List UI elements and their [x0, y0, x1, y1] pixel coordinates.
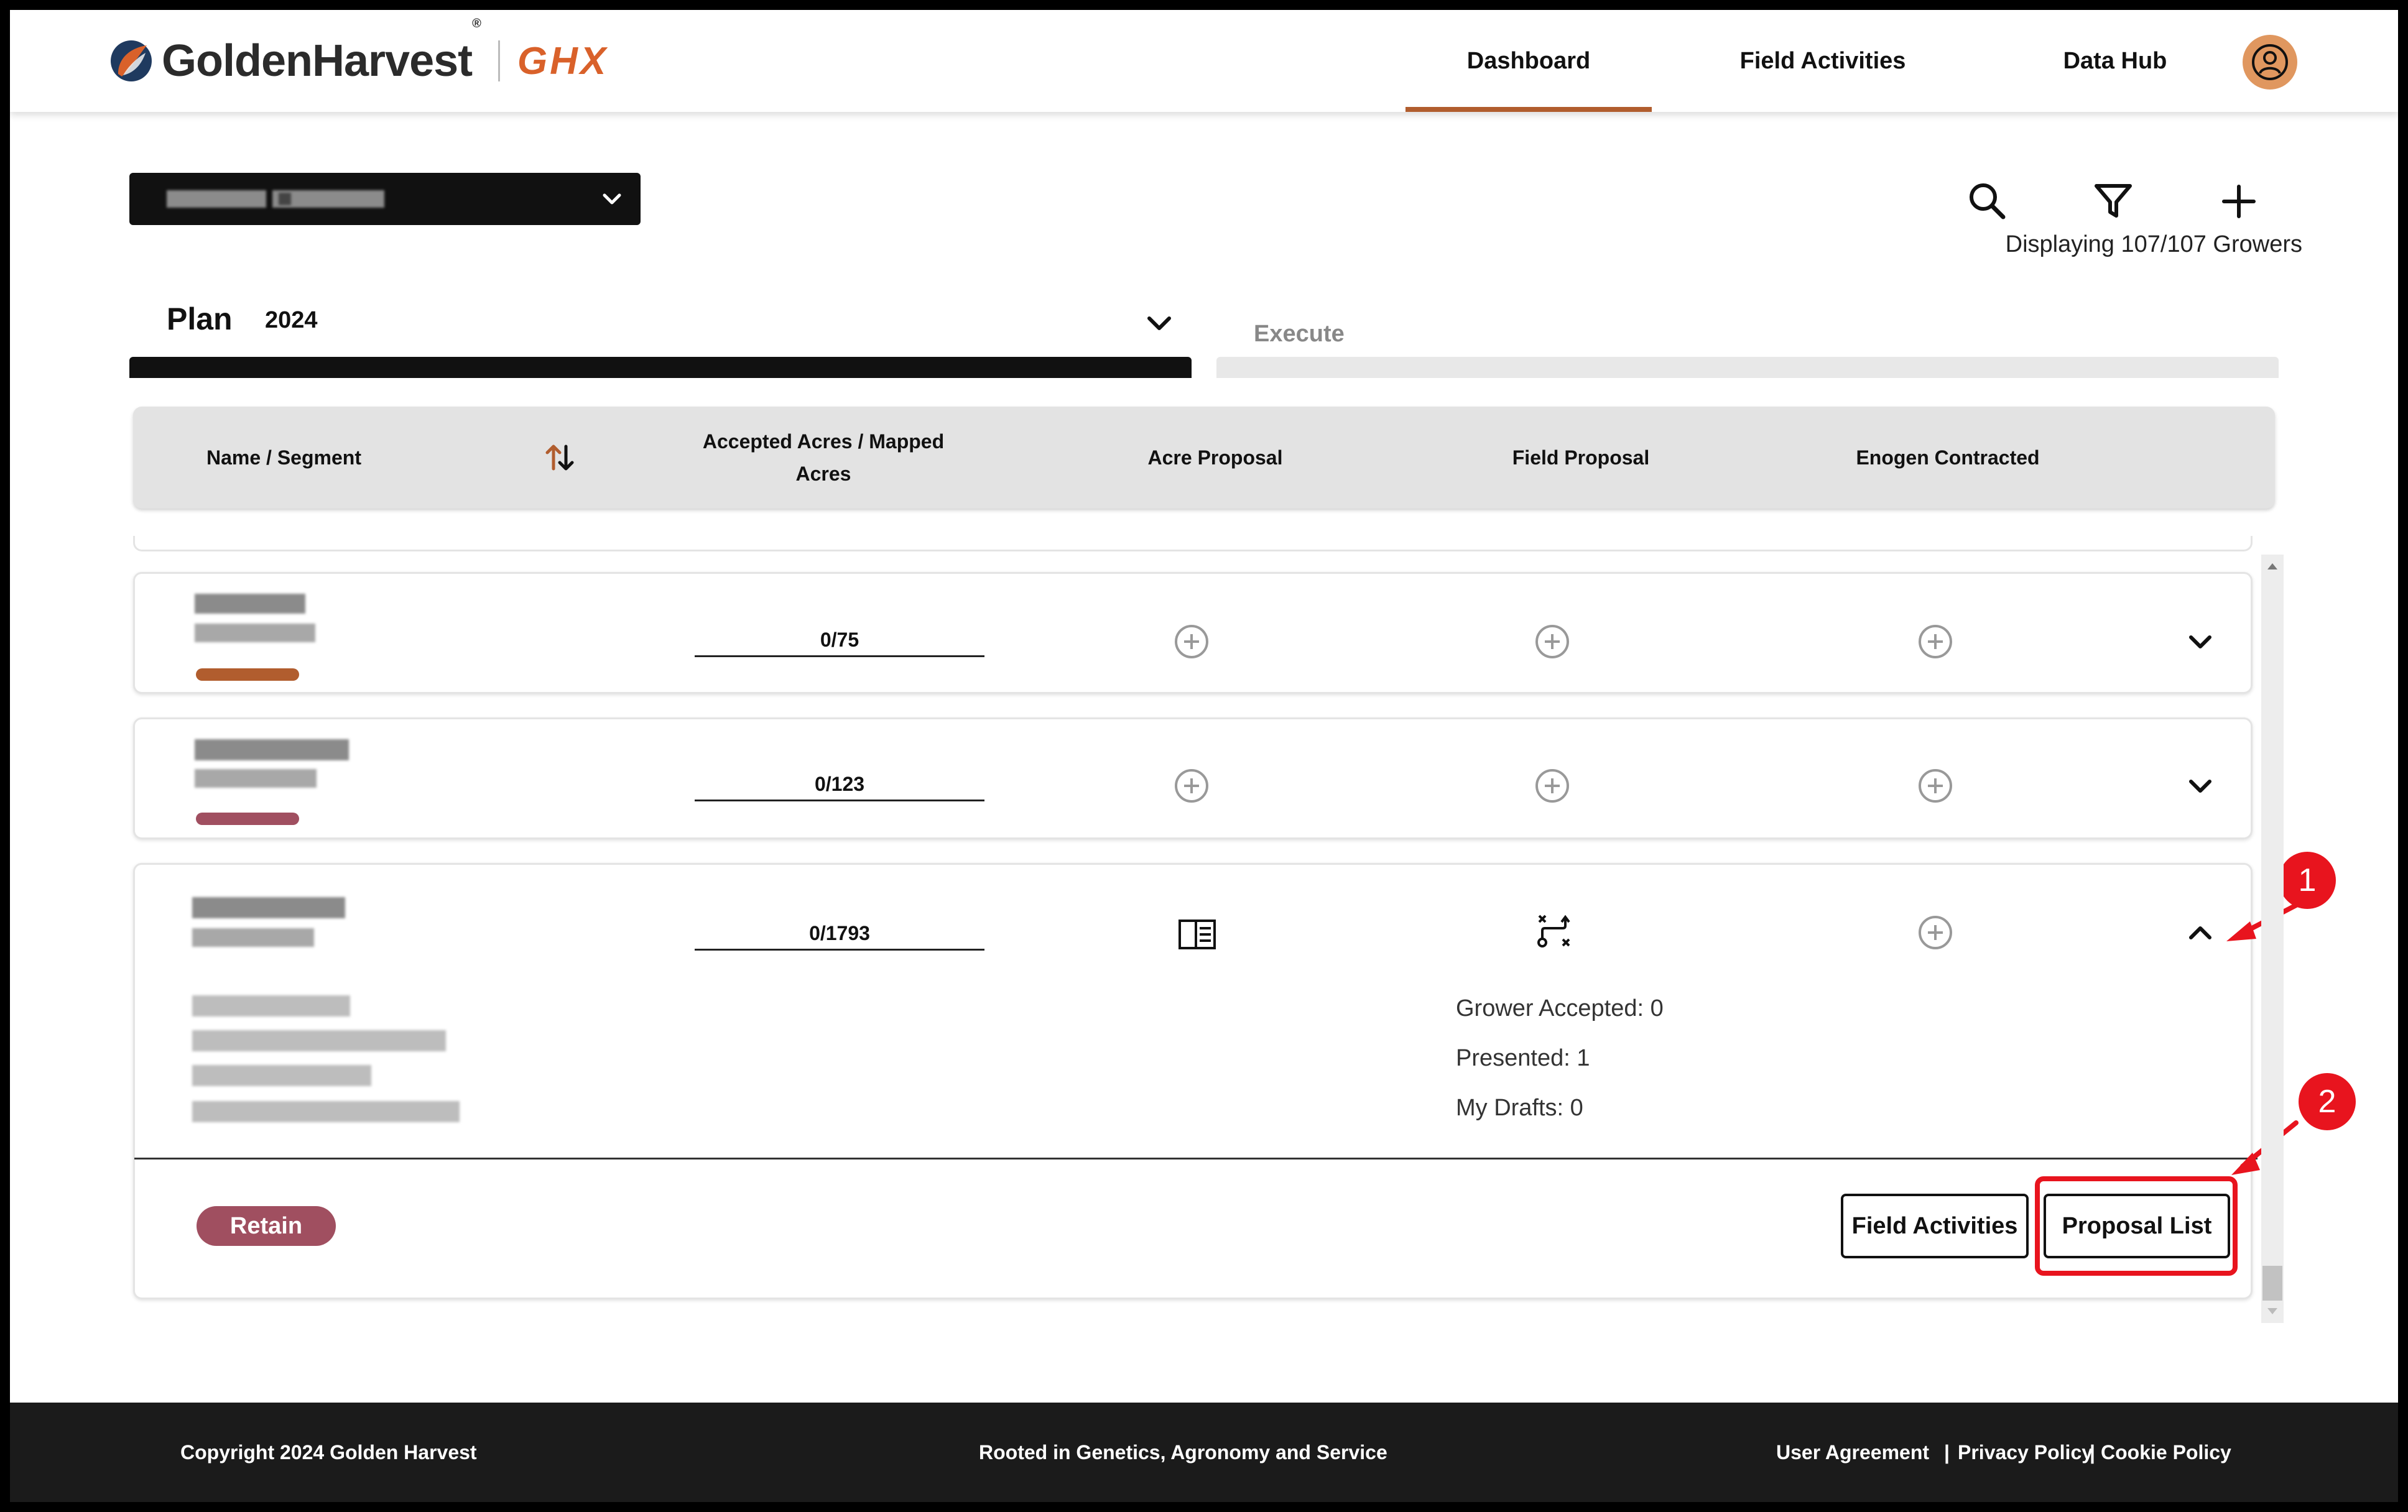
add-enogen-icon[interactable]	[1917, 768, 1953, 804]
footer-tagline: Rooted in Genetics, Agronomy and Service	[979, 1441, 1387, 1464]
redacted-grower-detail	[195, 624, 315, 642]
table-row[interactable]: 0/123	[133, 717, 2253, 839]
search-button[interactable]	[1963, 177, 2012, 226]
golden-harvest-logo[interactable]: GoldenHarvest® GHX	[109, 17, 609, 86]
proposal-book-icon[interactable]	[1177, 917, 1217, 952]
callout-badge-1: 1	[2279, 852, 2336, 909]
add-acre-proposal-icon[interactable]	[1174, 768, 1210, 804]
user-avatar[interactable]	[2243, 35, 2297, 90]
footer-separator: |	[1944, 1441, 1950, 1464]
redacted-address-line	[192, 1030, 446, 1051]
add-enogen-icon[interactable]	[1917, 624, 1953, 660]
nav-dashboard[interactable]: Dashboard	[1405, 10, 1652, 112]
nav-field-activities[interactable]: Field Activities	[1726, 10, 1919, 112]
highlight-box	[2035, 1176, 2238, 1276]
sort-icon[interactable]	[544, 440, 576, 475]
row-divider	[134, 1158, 2258, 1159]
redacted-text	[279, 193, 291, 205]
field-route-icon[interactable]	[1534, 911, 1574, 951]
plus-icon	[2222, 185, 2256, 218]
chevron-down-icon	[603, 193, 621, 205]
brand-ghx: GHX	[517, 39, 609, 83]
filter-icon	[2095, 184, 2132, 218]
scrollbar-thumb[interactable]	[2262, 1266, 2282, 1301]
chevron-up-icon[interactable]	[2185, 917, 2216, 948]
filter-button[interactable]	[2088, 177, 2138, 226]
stat-presented: Presented: 1	[1456, 1045, 1590, 1071]
redacted-grower-detail	[195, 769, 317, 788]
search-icon	[1970, 183, 2006, 219]
redacted-grower-detail	[192, 928, 314, 947]
user-circle-icon	[2252, 44, 2288, 80]
add-enogen-icon[interactable]	[1917, 915, 1953, 951]
footer-user-agreement-link[interactable]: User Agreement	[1776, 1441, 1929, 1464]
add-acre-proposal-icon[interactable]	[1174, 624, 1210, 660]
table-row[interactable]: 0/75	[133, 572, 2253, 694]
brand-name: GoldenHarvest®	[162, 17, 481, 86]
redacted-grower-name	[192, 897, 345, 918]
nav-data-hub[interactable]: Data Hub	[2037, 10, 2193, 112]
add-field-proposal-icon[interactable]	[1534, 624, 1570, 660]
chevron-down-icon[interactable]	[2185, 626, 2216, 657]
acres-value[interactable]: 0/1793	[695, 922, 984, 951]
segment-indicator	[196, 813, 299, 825]
footer-cookie-link[interactable]: Cookie Policy	[2101, 1441, 2231, 1464]
plan-year-value[interactable]: 2024	[265, 307, 318, 334]
plan-tab-indicator	[129, 357, 1192, 378]
header-acre-proposal: Acre Proposal	[1147, 446, 1283, 469]
redacted-grower-name	[195, 739, 349, 760]
callout-badge-2: 2	[2299, 1073, 2356, 1130]
execute-tab-indicator	[1216, 357, 2279, 378]
header-name-segment: Name / Segment	[206, 446, 361, 469]
tab-execute[interactable]: Execute	[1254, 321, 1345, 348]
partial-row	[133, 536, 2253, 551]
stat-my-drafts: My Drafts: 0	[1456, 1095, 1583, 1121]
grower-select-dropdown[interactable]	[129, 173, 641, 225]
scroll-down-icon[interactable]	[2266, 1307, 2279, 1316]
app-window: GoldenHarvest® GHX Dashboard Field Activ…	[10, 10, 2398, 1502]
header-field-proposal: Field Proposal	[1512, 446, 1650, 469]
table-header: Name / Segment Accepted Acres / Mapped A…	[133, 407, 2275, 509]
segment-badge-retain: Retain	[197, 1206, 336, 1246]
chevron-down-icon[interactable]	[1142, 306, 1177, 341]
redacted-address-line	[192, 1101, 460, 1122]
redacted-text	[167, 190, 266, 208]
scroll-up-icon[interactable]	[2266, 562, 2279, 571]
logo-divider	[498, 40, 500, 81]
redacted-address-line	[192, 1065, 371, 1086]
header-acres-line2: Acres	[795, 463, 851, 485]
footer-privacy-link[interactable]: Privacy Policy	[1958, 1441, 2093, 1464]
header-accepted-acres: Accepted Acres / Mapped Acres	[693, 425, 954, 490]
list-scrollbar[interactable]	[2261, 555, 2284, 1323]
header-enogen-contracted: Enogen Contracted	[1856, 446, 2040, 469]
add-grower-button[interactable]	[2214, 177, 2264, 226]
footer-separator: |	[2090, 1441, 2095, 1464]
chevron-down-icon[interactable]	[2185, 770, 2216, 801]
stat-grower-accepted: Grower Accepted: 0	[1456, 995, 1664, 1021]
add-field-proposal-icon[interactable]	[1534, 768, 1570, 804]
redacted-grower-name	[195, 594, 305, 614]
redacted-address-line	[192, 995, 350, 1016]
footer: Copyright 2024 Golden Harvest Rooted in …	[10, 1403, 2398, 1502]
grower-count-text: Displaying 107/107 Growers	[2005, 231, 2302, 257]
acres-value[interactable]: 0/123	[695, 773, 984, 801]
acres-value[interactable]: 0/75	[695, 629, 984, 657]
tab-plan[interactable]: Plan	[167, 301, 233, 337]
top-header: GoldenHarvest® GHX Dashboard Field Activ…	[10, 10, 2398, 112]
segment-indicator	[196, 668, 299, 681]
header-acres-line1: Accepted Acres / Mapped	[702, 430, 945, 453]
footer-copyright: Copyright 2024 Golden Harvest	[180, 1441, 477, 1464]
leaf-logo-icon	[111, 40, 152, 81]
active-tab-underline	[1405, 107, 1652, 112]
field-activities-button[interactable]: Field Activities	[1841, 1194, 2029, 1258]
